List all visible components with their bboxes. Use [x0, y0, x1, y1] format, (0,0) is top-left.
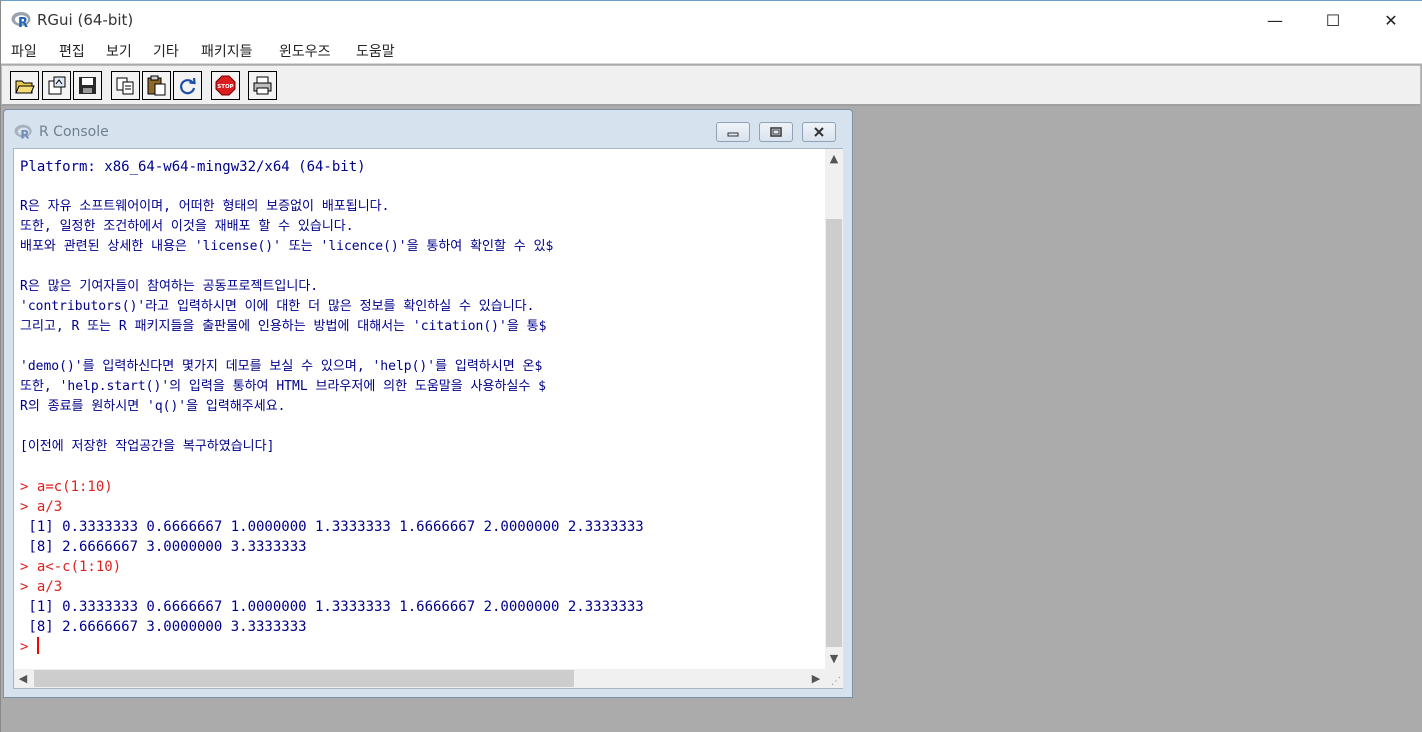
r-logo-icon: R — [14, 124, 32, 141]
menu-windows[interactable]: 윈도우즈 — [279, 41, 331, 61]
console-output-line: [1] 0.3333333 0.6666667 1.0000000 1.3333… — [20, 599, 644, 615]
stop-button[interactable]: STOP — [211, 71, 240, 100]
menu-file[interactable]: 파일 — [11, 41, 37, 61]
minimize-icon — [727, 132, 739, 137]
save-icon — [79, 77, 96, 94]
print-button[interactable] — [248, 71, 277, 100]
console-close-button[interactable] — [802, 122, 836, 142]
toolbar: STOP — [1, 65, 1421, 106]
console-line: R은 많은 기여자들이 참여하는 공동프로젝트입니다. — [20, 279, 319, 294]
menu-misc[interactable]: 기타 — [153, 41, 179, 61]
vertical-scroll-thumb[interactable] — [826, 219, 842, 647]
console-body[interactable]: Platform: x86_64-w64-mingw32/x64 (64-bit… — [13, 148, 843, 689]
console-line: [이전에 저장한 작업공간을 복구하였습니다] — [20, 439, 275, 454]
horizontal-scroll-thumb[interactable] — [34, 670, 574, 687]
stop-icon: STOP — [215, 75, 236, 96]
resize-grip-icon[interactable]: ⋰ — [825, 669, 843, 688]
refresh-button[interactable] — [173, 71, 202, 100]
console-line: 또한, 'help.start()'의 입력을 통하여 HTML 브라우저에 의… — [20, 379, 546, 394]
menu-edit[interactable]: 편집 — [59, 41, 85, 61]
rgui-app-window: R RGui (64-bit) — ☐ ✕ 파일 편집 보기 기타 패키지들 윈… — [0, 0, 1422, 732]
copy-button[interactable] — [111, 71, 140, 100]
menu-packages[interactable]: 패키지들 — [201, 41, 253, 61]
console-restore-button[interactable] — [759, 122, 793, 142]
scroll-right-arrow-icon[interactable]: ▶ — [807, 669, 825, 688]
close-button[interactable]: ✕ — [1362, 1, 1420, 39]
console-output[interactable]: Platform: x86_64-w64-mingw32/x64 (64-bit… — [14, 149, 825, 669]
menu-view[interactable]: 보기 — [106, 41, 132, 61]
console-line: 배포와 관련된 상세한 내용은 'license()' 또는 'licence(… — [20, 239, 554, 254]
console-output-line: [8] 2.6666667 3.0000000 3.3333333 — [20, 619, 307, 635]
close-icon — [814, 127, 824, 137]
console-output-line: [1] 0.3333333 0.6666667 1.0000000 1.3333… — [20, 519, 644, 535]
stop-label: STOP — [217, 84, 233, 90]
load-workspace-button[interactable] — [42, 71, 71, 100]
copy-icon — [116, 77, 134, 95]
paste-button[interactable] — [142, 71, 171, 100]
svg-text:R: R — [18, 16, 28, 30]
r-console-window: R R Console Platform: x86_64-w64-mingw32… — [3, 109, 853, 698]
vertical-scrollbar[interactable]: ▲ ▼ — [825, 149, 843, 669]
scroll-left-arrow-icon[interactable]: ◀ — [14, 669, 32, 688]
console-prompt-line[interactable]: > — [20, 637, 825, 657]
console-line: 'contributors()'라고 입력하시면 이에 대한 더 많은 정보를 … — [20, 299, 535, 314]
console-line: R은 자유 소프트웨어이며, 어떠한 형태의 보증없이 배포됩니다. — [20, 199, 390, 214]
minimize-button[interactable]: — — [1246, 1, 1304, 39]
load-workspace-icon — [48, 76, 66, 95]
print-icon — [253, 76, 272, 95]
scroll-down-arrow-icon[interactable]: ▼ — [825, 649, 843, 667]
console-title: R Console — [39, 124, 109, 140]
open-script-button[interactable] — [10, 71, 39, 100]
title-bar: R RGui (64-bit) — ☐ ✕ — [1, 0, 1422, 38]
menu-bar: 파일 편집 보기 기타 패키지들 윈도우즈 도움말 — [1, 38, 1422, 64]
console-minimize-button[interactable] — [716, 122, 750, 142]
console-command: > a=c(1:10) — [20, 479, 113, 495]
maximize-button[interactable]: ☐ — [1304, 1, 1362, 39]
menu-help[interactable]: 도움말 — [356, 41, 395, 61]
console-line: 'demo()'를 입력하신다면 몇가지 데모를 보실 수 있으며, 'help… — [20, 359, 543, 374]
svg-text:R: R — [20, 127, 29, 141]
refresh-icon — [180, 77, 196, 95]
save-button[interactable] — [73, 71, 102, 100]
text-cursor — [36, 637, 39, 654]
console-command: > a/3 — [20, 499, 63, 515]
console-command: > a/3 — [20, 579, 63, 595]
paste-icon — [147, 75, 166, 96]
console-prompt: > — [20, 639, 37, 655]
restore-icon — [770, 127, 782, 137]
console-line: Platform: x86_64-w64-mingw32/x64 (64-bit… — [20, 159, 366, 175]
console-line: 또한, 일정한 조건하에서 이것을 재배포 할 수 있습니다. — [20, 219, 354, 234]
open-script-icon — [15, 80, 35, 94]
horizontal-scrollbar[interactable]: ◀ ▶ — [14, 669, 825, 688]
window-title: RGui (64-bit) — [37, 11, 134, 29]
scroll-up-arrow-icon[interactable]: ▲ — [825, 149, 843, 167]
r-logo-icon: R — [11, 10, 33, 31]
console-line: 그리고, R 또는 R 패키지들을 출판물에 인용하는 방법에 대해서는 'ci… — [20, 319, 547, 334]
console-output-line: [8] 2.6666667 3.0000000 3.3333333 — [20, 539, 307, 555]
console-command: > a<-c(1:10) — [20, 559, 122, 575]
console-title-bar: R R Console — [14, 123, 109, 141]
console-line: R의 종료를 원하시면 'q()'을 입력해주세요. — [20, 399, 286, 414]
